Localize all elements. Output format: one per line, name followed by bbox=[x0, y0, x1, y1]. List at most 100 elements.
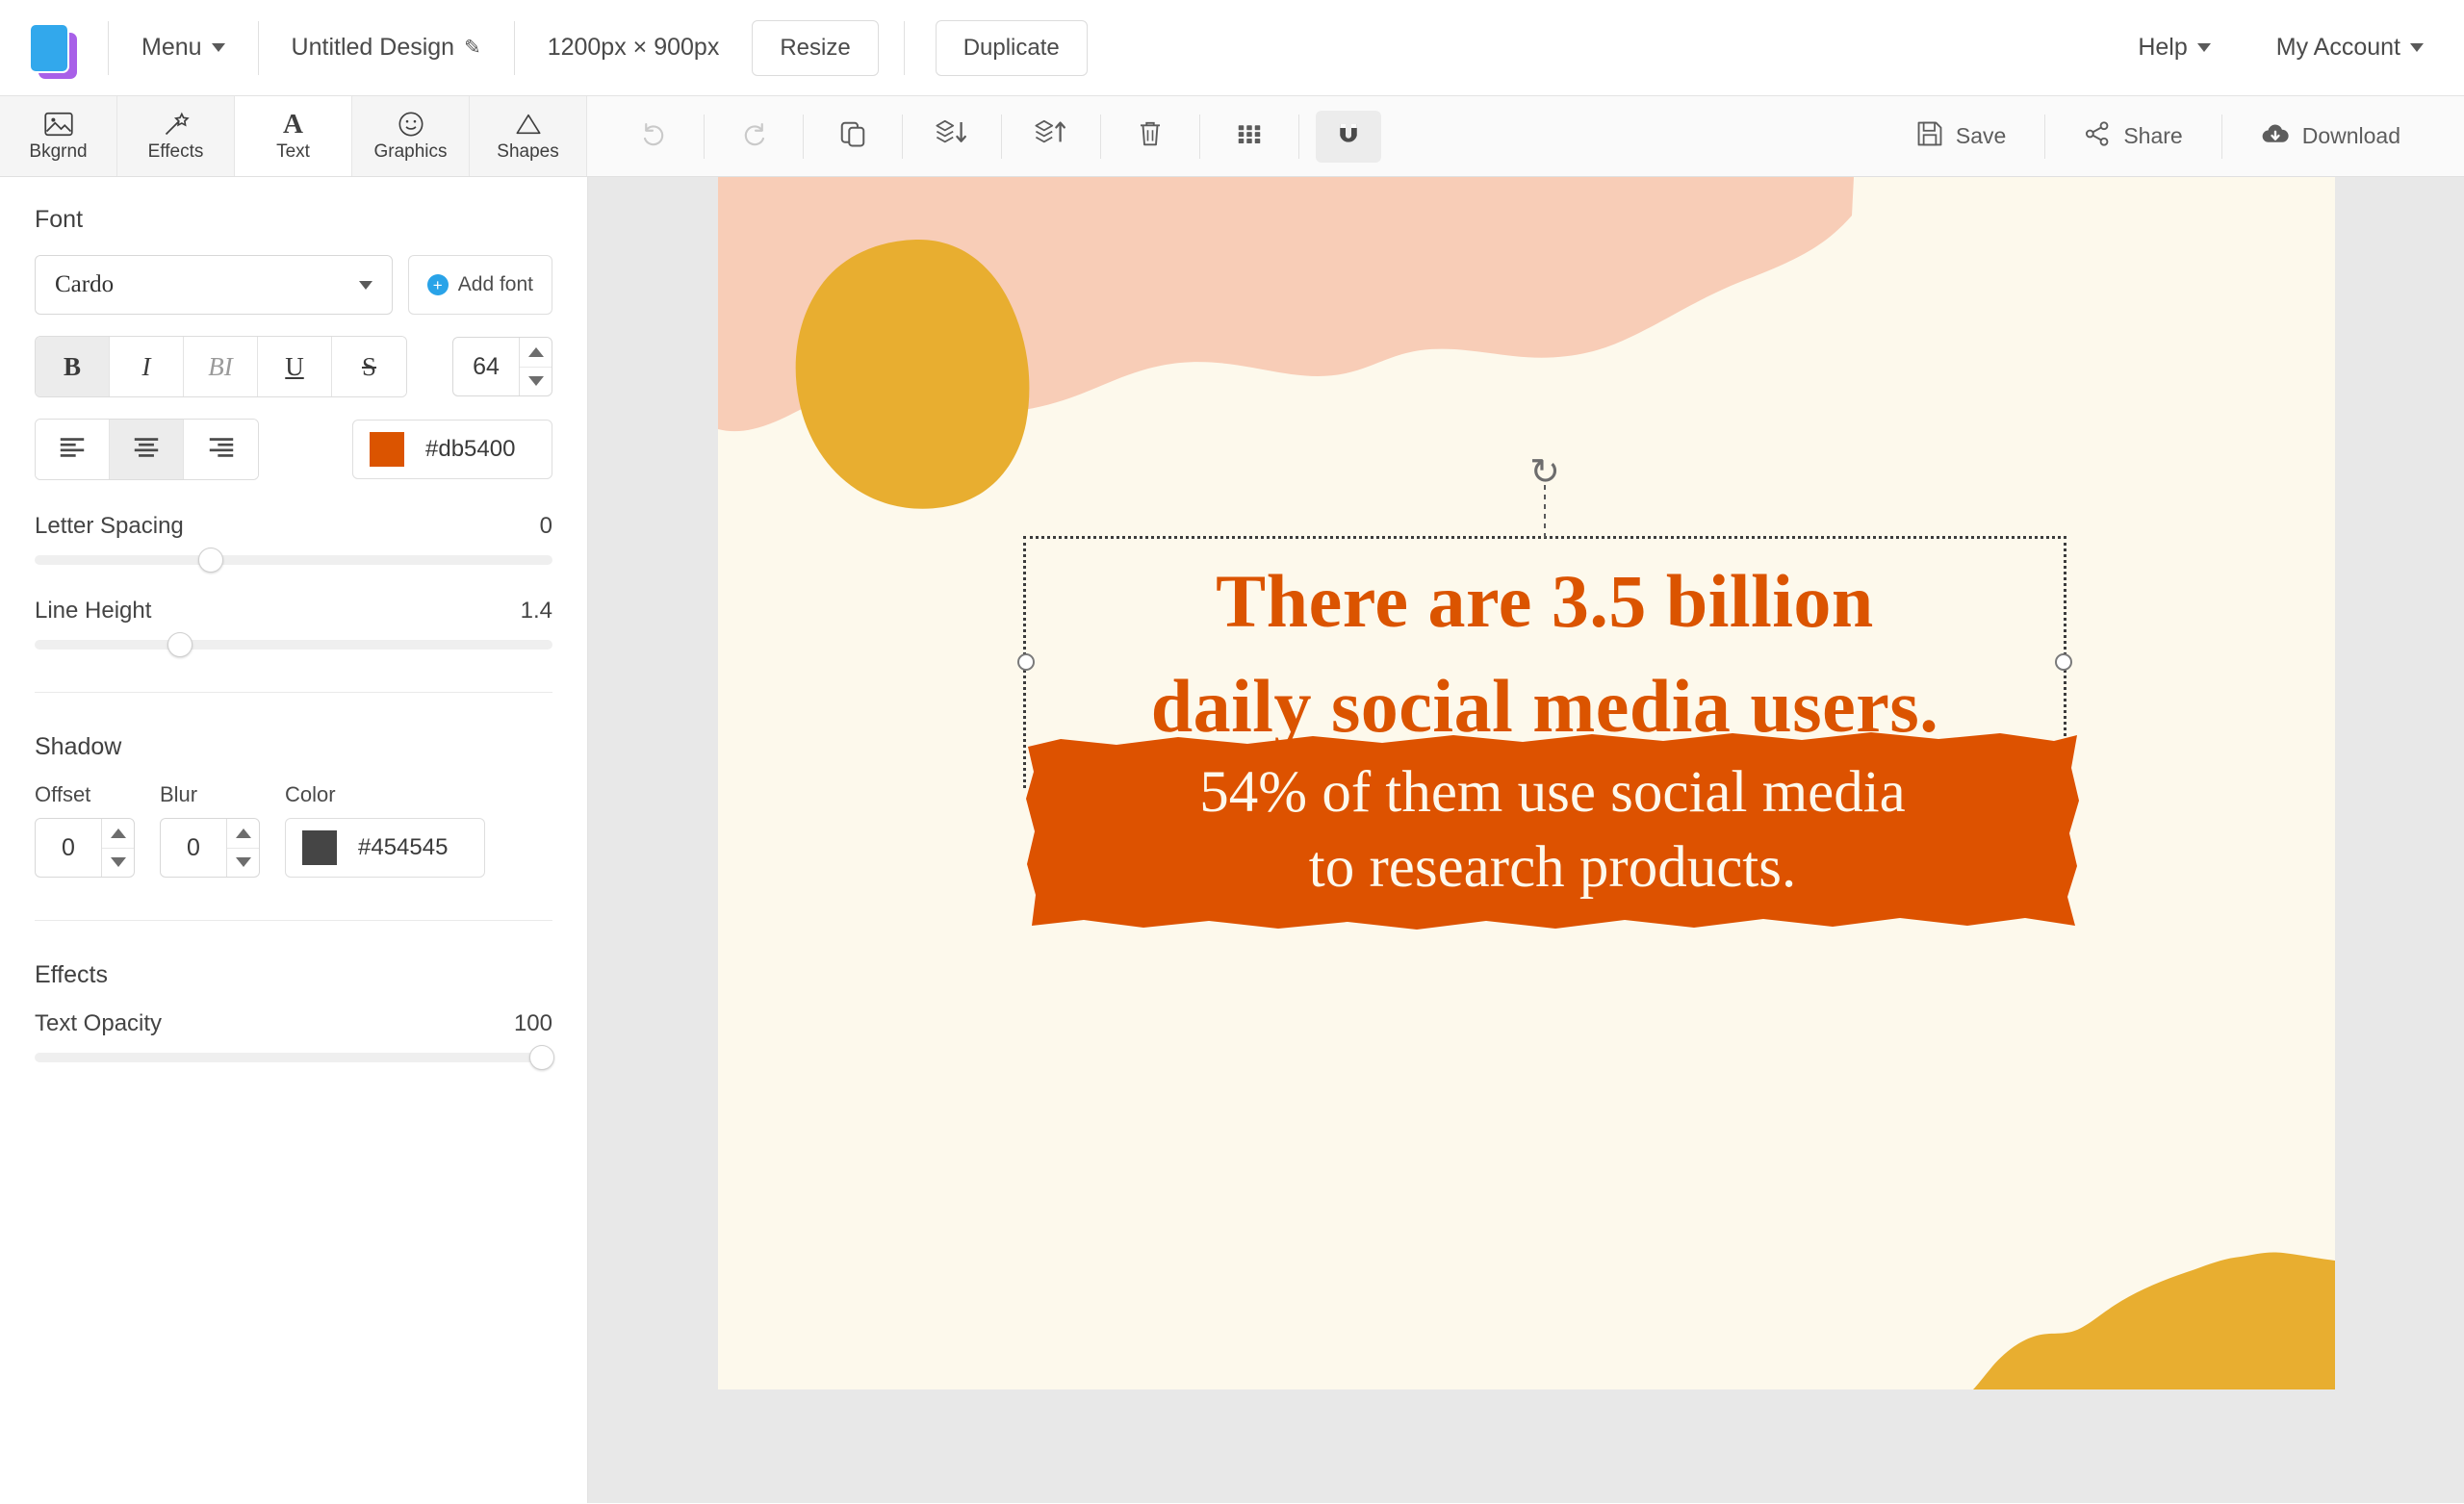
tab-label: Text bbox=[276, 141, 310, 162]
line-height-knob[interactable] bbox=[167, 632, 192, 657]
shadow-offset-value[interactable]: 0 bbox=[36, 819, 101, 877]
smiley-icon bbox=[398, 110, 424, 139]
rotate-icon[interactable]: ↻ bbox=[1529, 450, 1560, 494]
shadow-blur-stepper[interactable]: 0 bbox=[160, 818, 260, 878]
save-button[interactable]: Save bbox=[1886, 120, 2037, 153]
menu-label: Menu bbox=[141, 34, 202, 61]
font-size-decrement[interactable] bbox=[520, 368, 552, 396]
tool-tabs: Bkgrnd Effects A Text Graphics Shapes bbox=[0, 96, 587, 176]
strikethrough-button[interactable]: S bbox=[332, 337, 406, 396]
shadow-blur-label: Blur bbox=[160, 782, 198, 806]
grid-dots-icon bbox=[1235, 119, 1264, 153]
heading-line-1: There are 3.5 billion bbox=[1216, 559, 1874, 643]
align-left-button[interactable] bbox=[36, 420, 110, 479]
chevron-down-icon bbox=[2410, 43, 2424, 52]
effects-section-title: Effects bbox=[35, 961, 108, 988]
heading-text-content: There are 3.5 billion daily social media… bbox=[1026, 539, 2064, 758]
shadow-offset-decrement[interactable] bbox=[102, 849, 134, 878]
letter-spacing-value: 0 bbox=[539, 513, 552, 539]
cloud-download-icon bbox=[2261, 120, 2290, 153]
download-button[interactable]: Download bbox=[2230, 120, 2431, 153]
text-properties-panel: Font Cardo + Add font B I BI U S 64 #db5… bbox=[0, 177, 588, 1503]
shadow-blur-decrement[interactable] bbox=[227, 849, 259, 878]
text-opacity-slider[interactable] bbox=[35, 1045, 555, 1070]
tab-graphics[interactable]: Graphics bbox=[352, 96, 470, 176]
shadow-blur-value[interactable]: 0 bbox=[161, 819, 226, 877]
tab-bkgrnd[interactable]: Bkgrnd bbox=[0, 96, 117, 176]
copy-icon bbox=[838, 119, 867, 153]
text-opacity-control: Text Opacity 100 bbox=[35, 1010, 555, 1070]
layers-down-icon bbox=[935, 118, 969, 154]
italic-button[interactable]: I bbox=[110, 337, 184, 396]
account-label: My Account bbox=[2275, 34, 2400, 61]
shadow-offset-label: Offset bbox=[35, 782, 91, 806]
help-menu[interactable]: Help bbox=[2105, 0, 2243, 95]
text-opacity-knob[interactable] bbox=[529, 1045, 555, 1070]
align-right-button[interactable] bbox=[184, 420, 258, 479]
chevron-down-icon bbox=[2196, 43, 2211, 52]
tab-effects[interactable]: Effects bbox=[117, 96, 235, 176]
chevron-down-icon bbox=[358, 280, 372, 290]
bring-forward-button[interactable] bbox=[1018, 111, 1084, 163]
divider bbox=[35, 692, 552, 693]
pencil-icon[interactable]: ✎ bbox=[464, 36, 481, 60]
align-center-button[interactable] bbox=[110, 420, 184, 479]
tab-text[interactable]: A Text bbox=[235, 96, 352, 176]
letter-spacing-slider[interactable] bbox=[35, 548, 552, 573]
tab-shapes[interactable]: Shapes bbox=[470, 96, 587, 176]
grid-button[interactable] bbox=[1217, 111, 1282, 163]
text-color-swatch bbox=[370, 432, 404, 467]
shadow-color-swatch bbox=[302, 830, 337, 865]
undo-button[interactable] bbox=[622, 111, 687, 163]
line-height-control: Line Height 1.4 bbox=[35, 598, 552, 657]
shadow-blur-increment[interactable] bbox=[227, 819, 259, 849]
caret-down-icon bbox=[235, 857, 251, 868]
line-height-slider[interactable] bbox=[35, 632, 552, 657]
resize-handle-right[interactable] bbox=[2055, 653, 2072, 671]
account-menu[interactable]: My Account bbox=[2244, 0, 2464, 95]
bold-button[interactable]: B bbox=[36, 337, 110, 396]
underline-button[interactable]: U bbox=[258, 337, 332, 396]
tab-label: Graphics bbox=[373, 141, 448, 162]
text-color-hex: #db5400 bbox=[425, 436, 516, 462]
shadow-color-picker[interactable]: #454545 bbox=[285, 818, 485, 878]
shadow-offset-stepper[interactable]: 0 bbox=[35, 818, 135, 878]
text-color-picker[interactable]: #db5400 bbox=[352, 420, 552, 479]
delete-button[interactable] bbox=[1117, 111, 1183, 163]
share-button[interactable]: Share bbox=[2053, 120, 2213, 153]
text-opacity-label: Text Opacity bbox=[35, 1010, 163, 1036]
bold-italic-button[interactable]: BI bbox=[184, 337, 258, 396]
resize-button[interactable]: Resize bbox=[752, 19, 879, 76]
shadow-offset-increment[interactable] bbox=[102, 819, 134, 849]
main-area: Font Cardo + Add font B I BI U S 64 #db5… bbox=[0, 177, 2464, 1503]
app-logo[interactable] bbox=[0, 21, 108, 79]
letter-spacing-knob[interactable] bbox=[197, 548, 223, 573]
bold-label: B bbox=[63, 351, 81, 381]
banner-layer[interactable]: 54% of them use social media to research… bbox=[1024, 729, 2081, 931]
menu-button[interactable]: Menu bbox=[109, 0, 258, 95]
font-size-increment[interactable] bbox=[520, 338, 552, 368]
alignment-color-row: #db5400 bbox=[35, 419, 552, 480]
toolbar: Bkgrnd Effects A Text Graphics Shapes Sa… bbox=[0, 96, 2464, 177]
trash-icon bbox=[1137, 119, 1164, 153]
font-size-stepper[interactable]: 64 bbox=[452, 337, 552, 396]
design-title[interactable]: Untitled Design ✎ bbox=[259, 0, 514, 95]
caret-up-icon bbox=[110, 828, 126, 838]
snap-toggle-button[interactable] bbox=[1316, 110, 1381, 163]
redo-button[interactable] bbox=[721, 111, 786, 163]
canvas-stage[interactable]: ↻ There are 3.5 billion daily social med… bbox=[588, 177, 2464, 1503]
duplicate-layer-button[interactable] bbox=[820, 111, 886, 163]
yellow-hill-shape[interactable] bbox=[1969, 1247, 2335, 1389]
duplicate-button[interactable]: Duplicate bbox=[935, 19, 1088, 76]
resize-handle-left[interactable] bbox=[1017, 653, 1035, 671]
share-nodes-icon bbox=[2084, 120, 2111, 153]
yellow-oval-shape[interactable] bbox=[785, 237, 1038, 512]
add-font-button[interactable]: + Add font bbox=[407, 255, 552, 315]
font-family-select[interactable]: Cardo bbox=[35, 255, 393, 315]
send-backward-button[interactable] bbox=[919, 111, 985, 163]
undo-arrow-icon bbox=[640, 119, 669, 153]
font-size-value[interactable]: 64 bbox=[453, 338, 519, 395]
design-canvas[interactable]: ↻ There are 3.5 billion daily social med… bbox=[718, 177, 2335, 1389]
banner-line-1: 54% of them use social media bbox=[1199, 759, 1906, 825]
divider bbox=[35, 920, 552, 921]
